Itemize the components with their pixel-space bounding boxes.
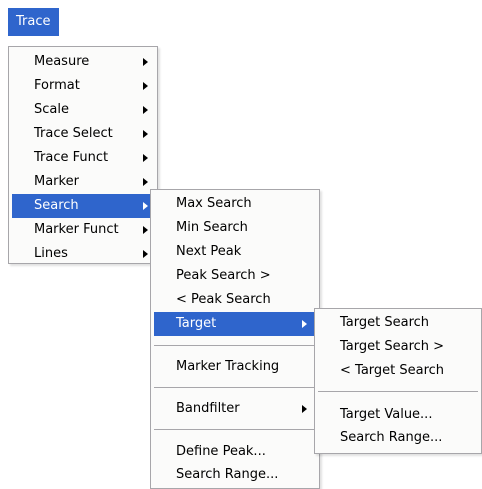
menu-item-format[interactable]: Format (12, 74, 154, 98)
menu-item-peak-search-left[interactable]: < Peak Search (154, 288, 316, 312)
menu-item-label: Define Peak... (176, 444, 266, 459)
submenu-arrow-icon (143, 58, 148, 66)
submenu-arrow-icon (302, 405, 307, 413)
menu-item-label: < Peak Search (176, 292, 271, 307)
submenu-arrow-icon (143, 106, 148, 114)
menu-item-marker[interactable]: Marker (12, 170, 154, 194)
submenu-arrow-icon (302, 320, 307, 328)
menu-item-label: Target (176, 316, 217, 331)
menu-item-max-search[interactable]: Max Search (154, 192, 316, 216)
menu-item-marker-tracking[interactable]: Marker Tracking (154, 355, 316, 379)
submenu-arrow-icon (143, 226, 148, 234)
menu-item-target-value[interactable]: Target Value... (318, 403, 478, 427)
trace-menu: Measure Format Scale Trace Select Trace … (8, 46, 158, 264)
menu-item-target[interactable]: Target (154, 312, 316, 336)
submenu-arrow-icon (143, 154, 148, 162)
menu-item-min-search[interactable]: Min Search (154, 216, 316, 240)
menu-item-label: Bandfilter (176, 401, 240, 416)
menu-item-peak-search-right[interactable]: Peak Search > (154, 264, 316, 288)
menu-item-label: Trace Select (34, 126, 113, 141)
menu-item-label: Search Range... (340, 430, 443, 445)
menu-item-label: Scale (34, 102, 69, 117)
menu-item-bandfilter[interactable]: Bandfilter (154, 397, 316, 421)
submenu-arrow-icon (143, 202, 148, 210)
menu-item-label: Trace Funct (34, 150, 109, 165)
menu-item-label: Format (34, 78, 80, 93)
menu-item-target-search-right[interactable]: Target Search > (318, 335, 478, 359)
submenu-arrow-icon (143, 82, 148, 90)
menubar-trace[interactable]: Trace (8, 8, 59, 36)
menu-item-label: Target Search (340, 315, 430, 330)
menu-item-target-search-range[interactable]: Search Range... (318, 426, 478, 450)
menu-item-label: < Target Search (340, 363, 445, 378)
menu-separator (154, 387, 316, 388)
menu-item-scale[interactable]: Scale (12, 98, 154, 122)
menu-separator (318, 391, 478, 392)
menu-item-marker-funct[interactable]: Marker Funct (12, 218, 154, 242)
search-submenu: Max Search Min Search Next Peak Peak Sea… (150, 189, 320, 489)
menu-item-label: Target Value... (340, 407, 433, 422)
menu-item-lines[interactable]: Lines (12, 242, 154, 266)
menu-item-search[interactable]: Search (12, 194, 154, 218)
menu-separator (154, 345, 316, 346)
menu-item-target-search-left[interactable]: < Target Search (318, 359, 478, 383)
menu-item-label: Lines (34, 246, 68, 261)
submenu-arrow-icon (143, 130, 148, 138)
menu-item-define-peak[interactable]: Define Peak... (154, 440, 316, 464)
target-submenu: Target Search Target Search > < Target S… (314, 308, 482, 454)
menu-item-label: Marker Tracking (176, 359, 280, 374)
menu-item-label: Search (34, 198, 79, 213)
menu-separator (154, 429, 316, 430)
menu-item-label: Target Search > (340, 339, 445, 354)
menu-item-label: Measure (34, 54, 90, 69)
menu-item-trace-funct[interactable]: Trace Funct (12, 146, 154, 170)
menu-item-label: Marker Funct (34, 222, 119, 237)
menu-item-label: Next Peak (176, 244, 242, 259)
submenu-arrow-icon (143, 178, 148, 186)
menu-item-label: Min Search (176, 220, 248, 235)
menu-item-trace-select[interactable]: Trace Select (12, 122, 154, 146)
menu-item-label: Max Search (176, 196, 252, 211)
submenu-arrow-icon (143, 250, 148, 258)
menu-item-measure[interactable]: Measure (12, 50, 154, 74)
menu-item-target-search[interactable]: Target Search (318, 311, 478, 335)
menu-item-search-range[interactable]: Search Range... (154, 463, 316, 487)
menu-item-label: Search Range... (176, 467, 279, 482)
menu-item-label: Marker (34, 174, 79, 189)
menu-item-next-peak[interactable]: Next Peak (154, 240, 316, 264)
menu-item-label: Peak Search > (176, 268, 271, 283)
